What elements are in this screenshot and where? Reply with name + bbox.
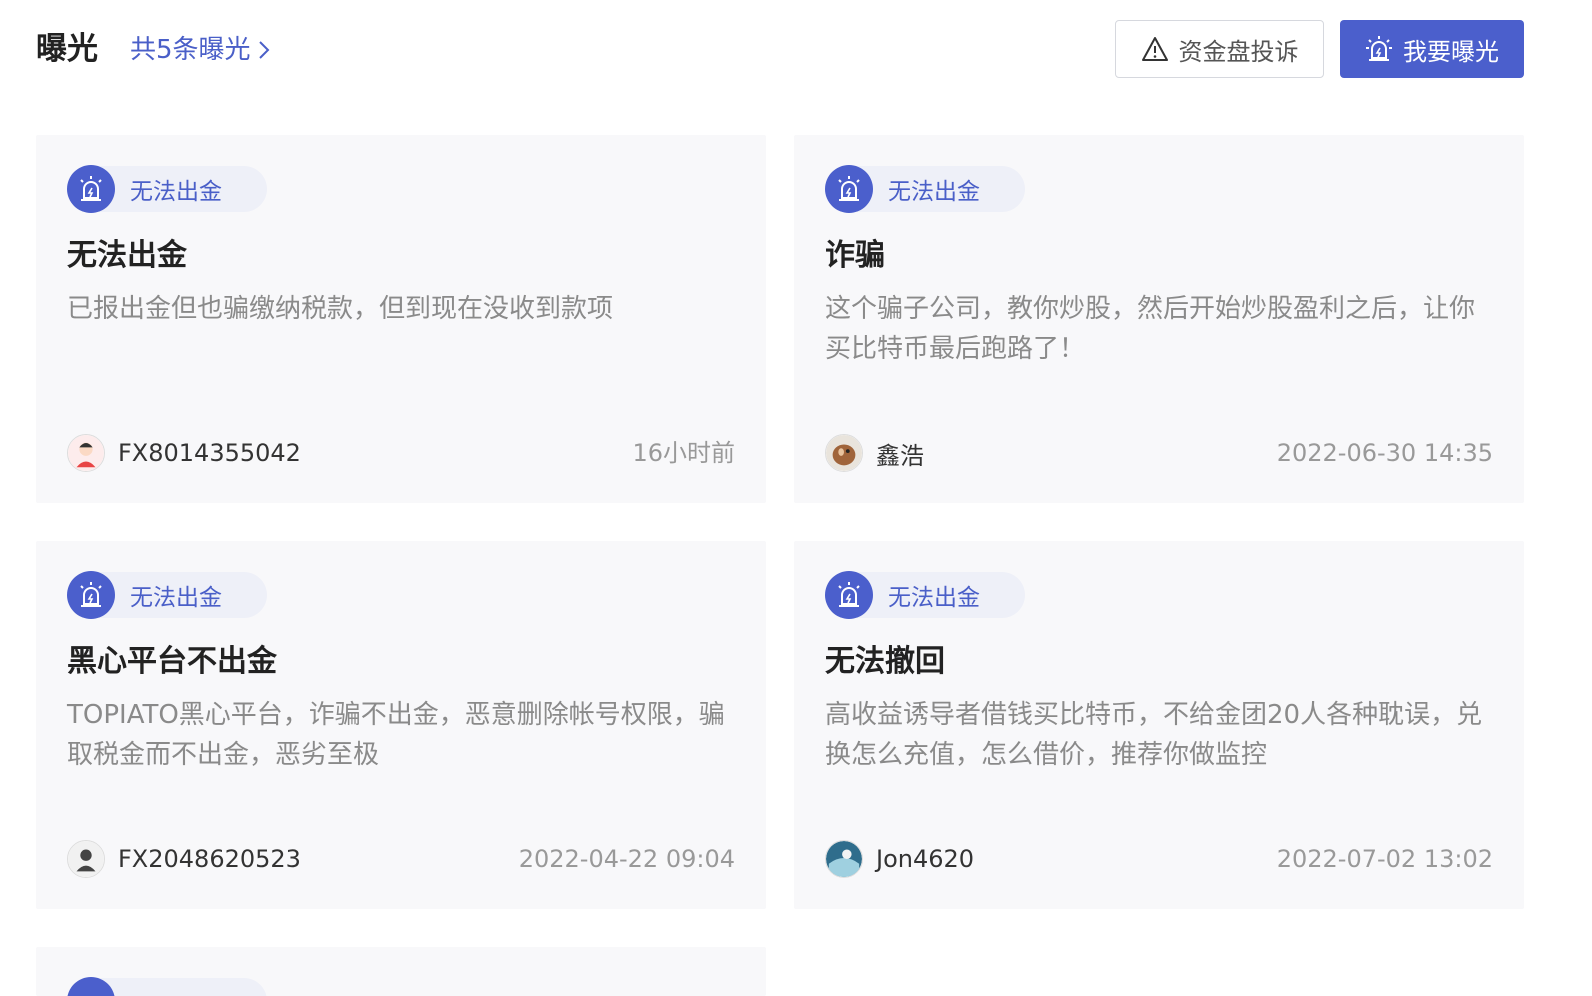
card-title: 无法出金	[67, 238, 187, 273]
alarm-icon	[67, 165, 115, 213]
expose-label: 我要曝光	[1403, 37, 1499, 66]
page-header: 曝光 共5条曝光 资金盘投诉 我要曝光	[36, 20, 1524, 78]
exposure-card[interactable]: 无法出金 黑心平台不出金 TOPIATO黑心平台，诈骗不出金，恶意删除帐号权限，…	[36, 541, 766, 909]
tag-background	[91, 978, 267, 996]
avatar	[825, 840, 863, 878]
exposure-card[interactable]: 无法出金 诈骗 这个骗子公司，教你炒股，然后开始炒股盈利之后，让你买比特币最后跑…	[794, 135, 1524, 503]
card-tag-label: 无法出金	[888, 585, 980, 611]
card-author: FX8014355042	[67, 433, 301, 473]
card-description: 这个骗子公司，教你炒股，然后开始炒股盈利之后，让你买比特币最后跑路了！	[825, 294, 1476, 364]
avatar	[825, 434, 863, 472]
author-name: Jon4620	[876, 845, 975, 873]
avatar	[67, 434, 105, 472]
alarm-icon	[1366, 36, 1392, 61]
card-title: 黑心平台不出金	[67, 644, 277, 679]
exposure-card[interactable]	[36, 947, 766, 996]
card-description: 已报出金但也骗缴纳税款，但到现在没收到款项	[67, 294, 614, 324]
card-tag-label: 无法出金	[130, 179, 222, 205]
chevron-right-icon	[258, 41, 269, 59]
exposure-count-label: 共5条曝光	[130, 35, 251, 65]
card-description: 高收益诱导者借钱买比特币，不给金团20人各种耽误，兑换怎么充值，怎么借价，推荐你…	[825, 700, 1483, 770]
fund-complaint-button[interactable]: 资金盘投诉	[1115, 20, 1324, 78]
avatar	[67, 840, 105, 878]
card-tag: 无法出金	[825, 165, 1025, 213]
card-tag: 无法出金	[67, 165, 267, 213]
card-time: 2022-06-30 14:35	[1276, 439, 1493, 467]
alarm-icon	[67, 571, 115, 619]
alarm-icon	[825, 165, 873, 213]
card-tag-label: 无法出金	[888, 179, 980, 205]
card-tag: 无法出金	[825, 571, 1025, 619]
author-name: FX8014355042	[118, 439, 301, 467]
page-title: 曝光	[36, 31, 98, 67]
card-time: 16小时前	[632, 439, 735, 467]
fund-complaint-label: 资金盘投诉	[1178, 37, 1299, 66]
card-author: FX2048620523	[67, 839, 301, 879]
card-time: 2022-04-22 09:04	[518, 845, 735, 873]
card-description: TOPIATO黑心平台，诈骗不出金，恶意删除帐号权限，骗取税金而不出金，恶劣至极	[67, 700, 725, 770]
card-title: 无法撤回	[825, 644, 945, 679]
card-time: 2022-07-02 13:02	[1276, 845, 1493, 873]
card-tag-label: 无法出金	[130, 585, 222, 611]
exposure-card[interactable]: 无法出金 无法出金 已报出金但也骗缴纳税款，但到现在没收到款项 FX801435…	[36, 135, 766, 503]
card-author: Jon4620	[825, 839, 974, 879]
author-name: FX2048620523	[118, 845, 301, 873]
card-tag: 无法出金	[67, 571, 267, 619]
card-tag	[67, 977, 267, 996]
card-author: 鑫浩	[825, 433, 924, 473]
exposure-card[interactable]: 无法出金 无法撤回 高收益诱导者借钱买比特币，不给金团20人各种耽误，兑换怎么充…	[794, 541, 1524, 909]
author-name: 鑫浩	[876, 441, 924, 470]
expose-button[interactable]: 我要曝光	[1340, 20, 1524, 78]
warning-icon	[1141, 37, 1168, 61]
alarm-icon	[825, 571, 873, 619]
card-title: 诈骗	[825, 238, 885, 273]
exposure-count-link[interactable]: 共5条曝光	[130, 30, 271, 70]
